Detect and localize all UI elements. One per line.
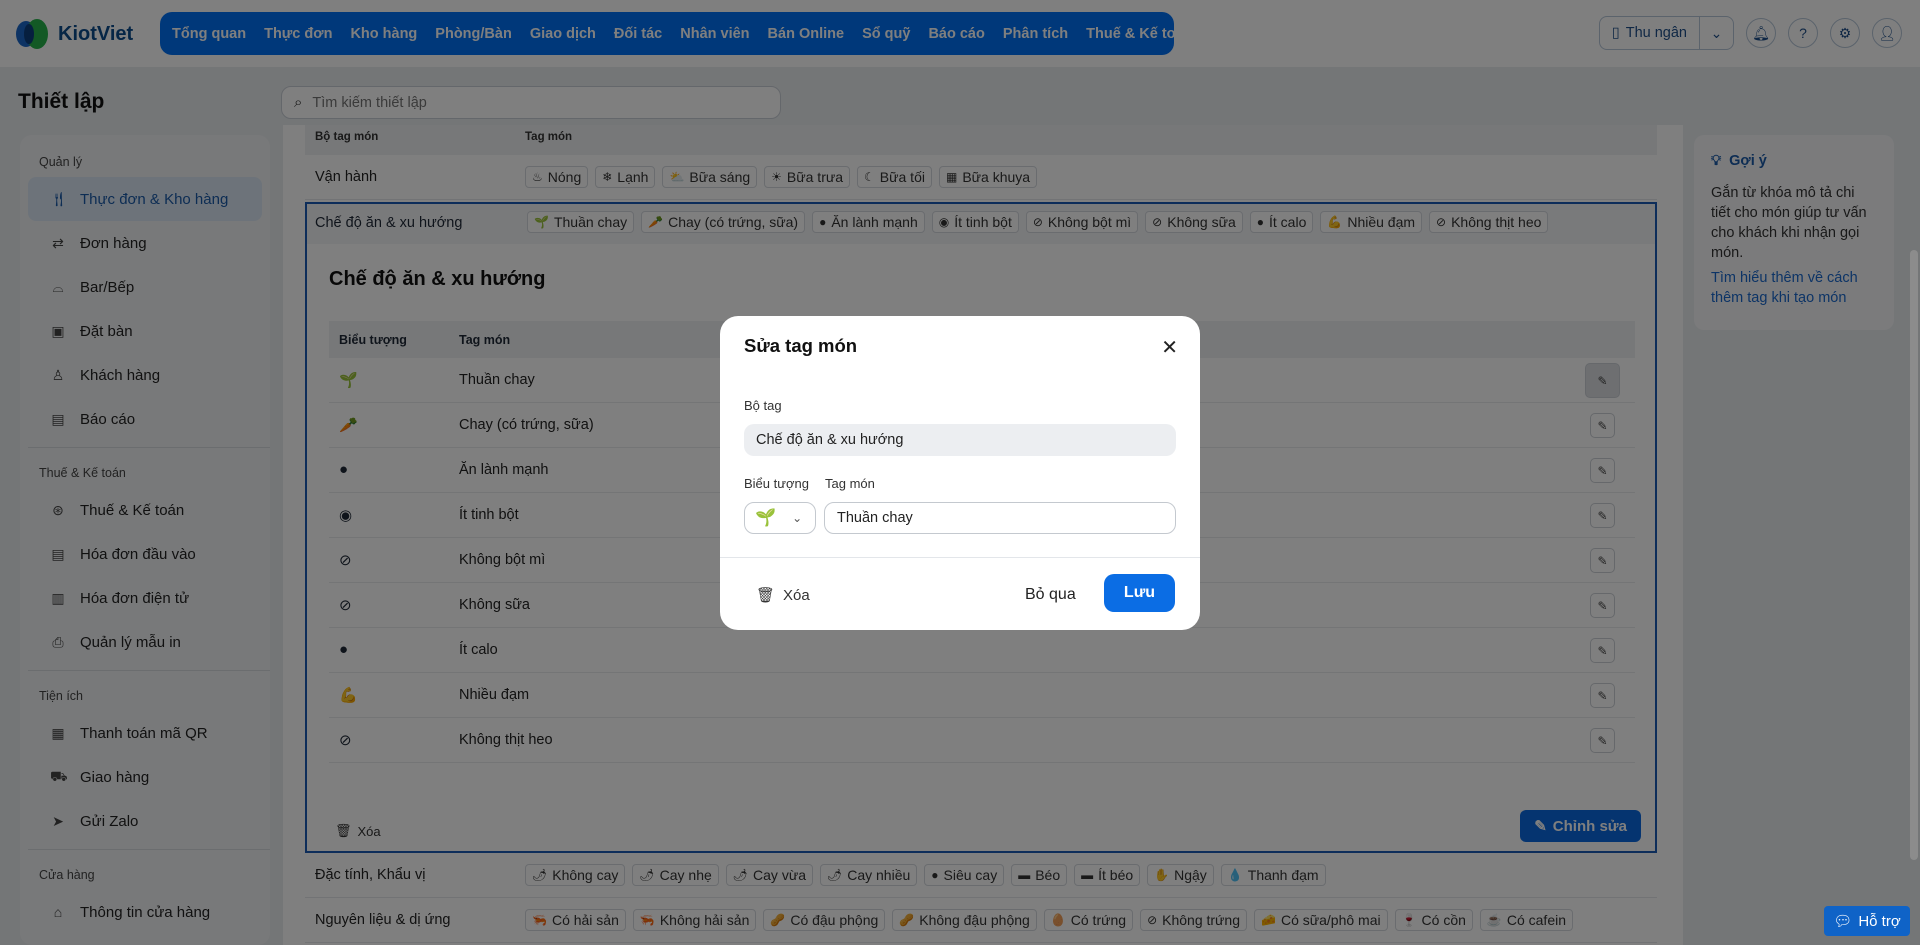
trash-icon: 🗑︎ [756,587,776,604]
page-scrollbar[interactable] [1910,250,1918,860]
save-button[interactable]: Lưu [1104,574,1175,612]
dialog-title: Sửa tag món [744,335,858,356]
sprout-icon: 🌱 [755,508,777,527]
chevron-down-icon: ⌄ [792,511,803,525]
delete-label: Xóa [783,586,810,604]
group-field: Chế độ ăn & xu hướng [744,424,1176,456]
tag-name-input[interactable]: Thuần chay [824,502,1176,534]
close-icon[interactable]: ✕ [1161,338,1178,358]
delete-tag-button[interactable]: 🗑︎ Xóa [756,586,810,605]
support-label: Hỗ trợ [1858,912,1901,930]
icon-select[interactable]: 🌱 ⌄ [744,502,816,534]
group-label: Bộ tag [744,398,782,413]
dialog-divider [720,557,1200,558]
tag-label: Tag món [825,476,875,491]
support-button[interactable]: 💬︎ Hỗ trợ [1824,906,1910,936]
cancel-button[interactable]: Bỏ qua [1025,586,1076,604]
icon-label: Biểu tượng [744,476,809,491]
edit-tag-dialog: Sửa tag món ✕ Bộ tag Chế độ ăn & xu hướn… [720,316,1200,630]
chat-icon: 💬︎ [1833,913,1853,930]
